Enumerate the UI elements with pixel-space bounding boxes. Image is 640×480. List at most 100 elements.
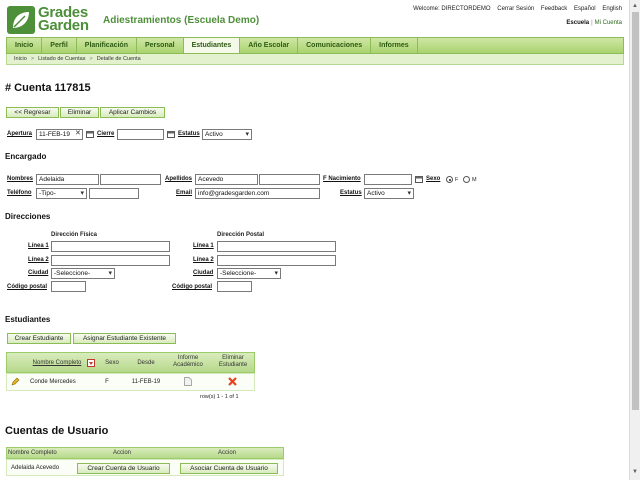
tab-comunicaciones[interactable]: Comunicaciones: [298, 38, 372, 53]
student-desde: 11-FEB-19: [131, 379, 161, 385]
calendar-icon[interactable]: [86, 130, 94, 138]
direccion-fisica-heading: Dirección Física: [51, 232, 98, 238]
postal-ciudad-label: Ciudad: [193, 270, 214, 276]
email-label: Email: [176, 190, 193, 196]
edit-pencil-icon[interactable]: [11, 377, 20, 388]
encargado-heading: Encargado: [5, 152, 47, 161]
tab-ano-escolar[interactable]: Año Escolar: [240, 38, 299, 53]
tab-inicio[interactable]: Inicio: [7, 38, 43, 53]
back-button[interactable]: << Regresar: [6, 107, 59, 118]
user-account-name: Adelaida Acevedo: [11, 465, 60, 471]
breadcrumb-inicio[interactable]: Inicio: [14, 56, 27, 62]
page-title: # Cuenta 117815: [5, 82, 91, 94]
fisica-ciudad-select[interactable]: -Seleccione-: [51, 268, 115, 279]
sexo-m-radio[interactable]: [463, 176, 470, 183]
fisica-codigo-label: Código postal: [7, 284, 47, 290]
fisica-linea2-input[interactable]: [51, 255, 170, 266]
sexo-m-text: M: [472, 177, 477, 183]
student-sexo: F: [105, 379, 109, 385]
encargado-estatus-label: Estatus: [340, 190, 362, 196]
tab-personal[interactable]: Personal: [137, 38, 184, 53]
fisica-ciudad-label: Ciudad: [28, 270, 49, 276]
tab-planificacion[interactable]: Planificación: [77, 38, 137, 53]
breadcrumb: Inicio > Listado de Cuentas > Detalle de Cue…: [6, 54, 624, 65]
student-name: Conde Mercedes: [30, 379, 76, 385]
apellidos-input-2[interactable]: [259, 174, 320, 185]
encargado-estatus-select[interactable]: Activo: [364, 188, 414, 199]
col-user-nombre: Nombre Completo: [8, 450, 57, 456]
nombres-input[interactable]: Adelaida: [36, 174, 99, 185]
postal-codigo-input[interactable]: [217, 281, 252, 292]
fisica-codigo-input[interactable]: [51, 281, 86, 292]
col-user-accion-2: Accion: [217, 450, 236, 456]
breadcrumb-detalle: Detalle de Cuenta: [96, 56, 141, 62]
postal-ciudad-select[interactable]: -Seleccione-: [217, 268, 281, 279]
scroll-up-icon[interactable]: ▲: [632, 2, 638, 10]
tab-informes[interactable]: Informes: [371, 38, 418, 53]
link-user-account-button[interactable]: Asociar Cuenta de Usuario: [180, 463, 278, 474]
fisica-linea1-label: Línea 1: [28, 243, 49, 249]
col-informe-academico: Informe Académico: [173, 355, 203, 368]
postal-linea1-label: Línea 1: [193, 243, 214, 249]
col-desde: Desde: [137, 360, 155, 366]
col-nombre-completo[interactable]: Nombre Completo: [26, 360, 88, 367]
sexo-label: Sexo: [426, 176, 441, 182]
nacimiento-input[interactable]: [364, 174, 412, 185]
fisica-linea2-label: Línea 2: [28, 257, 49, 263]
apply-changes-button[interactable]: Aplicar Cambios: [100, 107, 165, 118]
col-eliminar-estudiante: Eliminar Estudiante: [218, 355, 248, 368]
top-links: Welcome: DIRECTORDEMO Cerrar Sesión Feed…: [413, 6, 622, 12]
document-icon[interactable]: [184, 377, 192, 388]
nombres-label: Nombres: [7, 176, 34, 182]
col-user-accion-1: Accion: [112, 450, 131, 456]
tab-estudiantes[interactable]: Estudiantes: [183, 38, 241, 53]
cierre-label: Cierre: [97, 131, 115, 137]
logout-link[interactable]: Cerrar Sesión: [497, 6, 534, 12]
postal-linea2-label: Línea 2: [193, 257, 214, 263]
assign-student-button[interactable]: Asignar Estudiante Existente: [73, 333, 176, 344]
postal-codigo-label: Código postal: [172, 284, 212, 290]
nacimiento-label: F Nacimiento: [323, 176, 361, 182]
delete-x-icon[interactable]: [228, 377, 237, 388]
scope-my-account-link[interactable]: Mi Cuenta: [595, 20, 622, 26]
lang-en-link[interactable]: English: [602, 6, 622, 12]
postal-linea1-input[interactable]: [217, 241, 336, 252]
calendar-icon[interactable]: [167, 130, 175, 138]
sexo-f-text: F: [455, 177, 459, 183]
telefono-tipo-select[interactable]: -Tipo-: [36, 188, 87, 199]
vertical-scrollbar[interactable]: ▲ ▼: [629, 0, 640, 480]
apellidos-input[interactable]: Acevedo: [195, 174, 258, 185]
tab-perfil[interactable]: Perfil: [42, 38, 77, 53]
postal-linea2-input[interactable]: [217, 255, 336, 266]
email-input[interactable]: info@gradesgarden.com: [195, 188, 320, 199]
clear-date-icon[interactable]: ✕: [75, 129, 81, 137]
direcciones-heading: Direcciones: [5, 212, 51, 221]
scroll-down-icon[interactable]: ▼: [632, 468, 638, 476]
pagination-text: row(s) 1 - 1 of 1: [200, 394, 239, 400]
direccion-postal-heading: Dirección Postal: [217, 232, 265, 238]
telefono-input[interactable]: [89, 188, 139, 199]
apellidos-label: Apellidos: [165, 176, 193, 182]
cierre-input[interactable]: [117, 129, 164, 140]
estatus-select[interactable]: Activo: [202, 129, 252, 140]
apertura-label: Apertura: [7, 131, 33, 137]
grades-garden-logo[interactable]: Grades Garden: [7, 5, 93, 34]
calendar-icon[interactable]: [415, 175, 423, 183]
scope-current: Escuela: [566, 20, 590, 26]
sexo-f-radio[interactable]: [446, 176, 453, 183]
scrollbar-thumb[interactable]: [632, 12, 639, 410]
estudiantes-heading: Estudiantes: [5, 315, 51, 324]
lang-es-link[interactable]: Español: [574, 6, 596, 12]
feedback-link[interactable]: Feedback: [541, 6, 567, 12]
fisica-linea1-input[interactable]: [51, 241, 170, 252]
breadcrumb-listado[interactable]: Listado de Cuentas: [38, 56, 85, 62]
main-nav: Inicio Perfil Planificación Personal Est…: [6, 37, 624, 54]
nombres-input-2[interactable]: [100, 174, 161, 185]
scope-switch: Escuela | Mi Cuenta: [566, 20, 622, 26]
delete-button[interactable]: Eliminar: [60, 107, 99, 118]
sort-desc-icon[interactable]: [87, 359, 95, 367]
cuentas-usuario-heading: Cuentas de Usuario: [5, 425, 109, 437]
create-student-button[interactable]: Crear Estudiante: [7, 333, 71, 344]
create-user-account-button[interactable]: Crear Cuenta de Usuario: [77, 463, 170, 474]
estatus-label: Estatus: [178, 131, 200, 137]
